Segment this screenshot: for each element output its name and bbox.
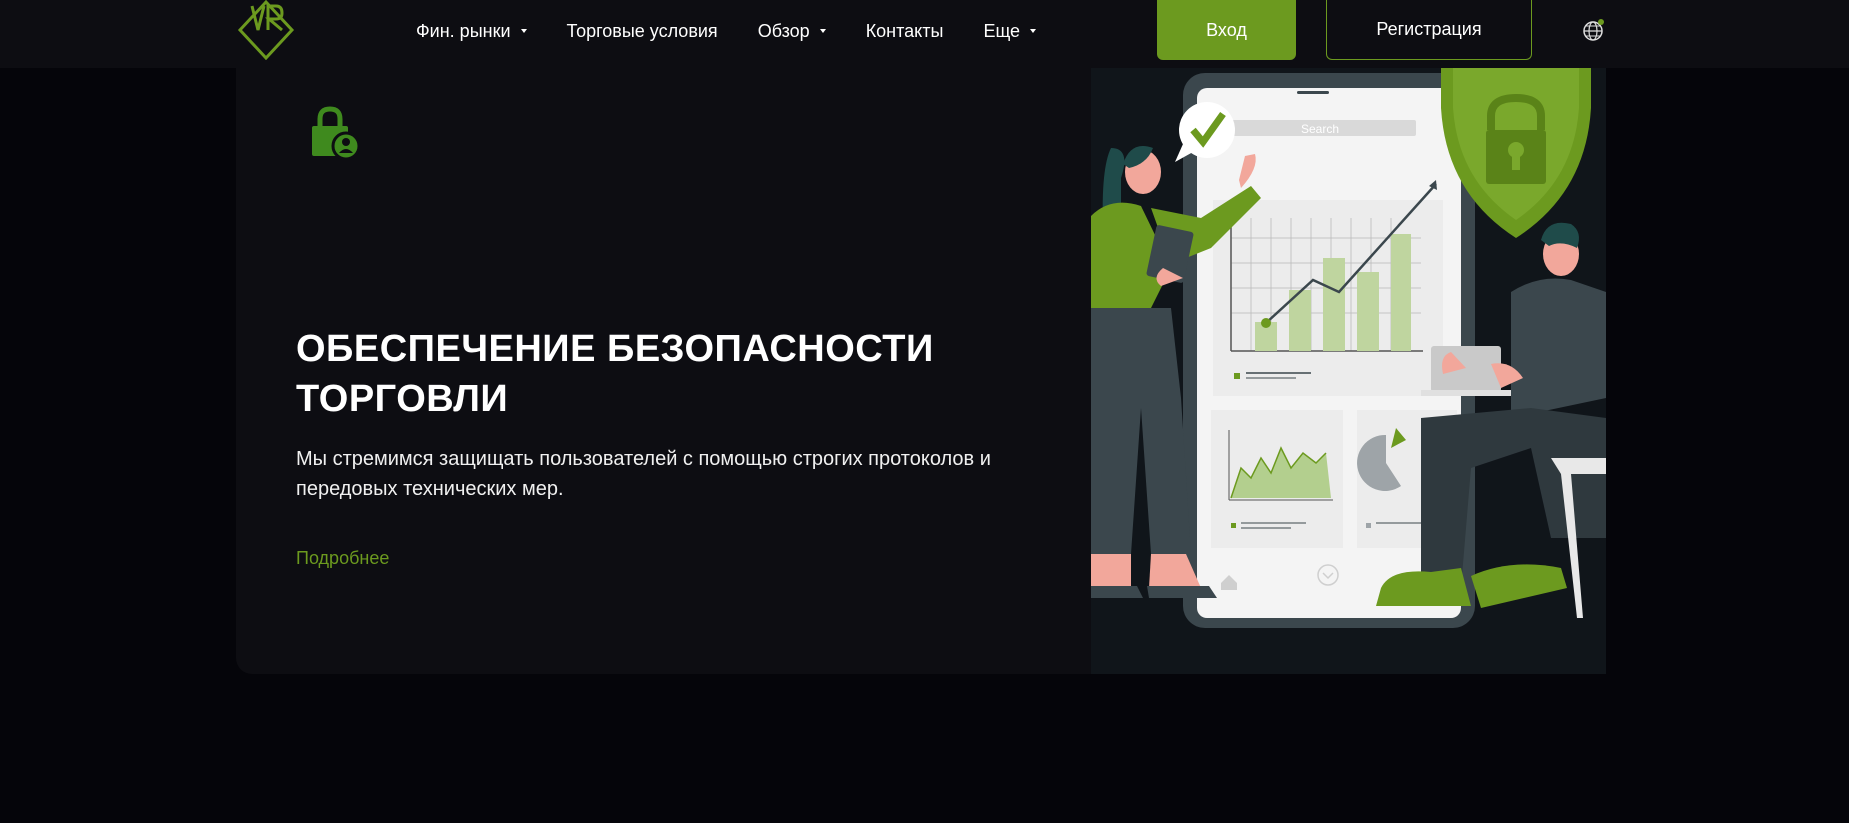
- nav-item-label: Еще: [983, 20, 1021, 41]
- hero-description: Мы стремимся защищать пользователей с по…: [296, 448, 991, 500]
- learn-more-link[interactable]: Подробнее: [296, 548, 389, 569]
- security-illustration: Search: [1091, 68, 1606, 674]
- nav-item-label: Обзор: [757, 20, 810, 41]
- globe-icon[interactable]: [1582, 18, 1606, 42]
- page-title: ОБЕСПЕЧЕНИЕ БЕЗОПАСНОСТИ ТОРГОВЛИ: [296, 324, 1016, 424]
- lock-user-icon: [312, 106, 360, 160]
- nav-item-more[interactable]: Еще: [983, 20, 1037, 42]
- nav-item-contacts[interactable]: Контакты: [866, 21, 944, 42]
- caret-down-icon: [520, 29, 527, 33]
- nav-item-label: Фин. рынки: [416, 20, 511, 41]
- top-navbar: Фин. рынки Торговые условия Обзор Контак…: [0, 0, 1849, 68]
- caret-down-icon: [1030, 29, 1037, 33]
- title-line-2: ТОРГОВЛИ: [296, 378, 509, 420]
- security-card: ОБЕСПЕЧЕНИЕ БЕЗОПАСНОСТИ ТОРГОВЛИ Мы стр…: [236, 68, 1606, 674]
- nav-item-trading-conditions[interactable]: Торговые условия: [567, 21, 718, 42]
- main-nav: Фин. рынки Торговые условия Обзор Контак…: [416, 0, 1076, 62]
- nav-item-label: Торговые условия: [566, 20, 718, 41]
- logo-icon[interactable]: [236, 0, 296, 60]
- nav-item-overview[interactable]: Обзор: [758, 21, 826, 42]
- search-placeholder: Search: [1301, 122, 1339, 136]
- login-button[interactable]: Вход: [1157, 0, 1296, 60]
- caret-down-icon: [819, 29, 826, 33]
- register-button[interactable]: Регистрация: [1326, 0, 1532, 60]
- nav-item-fin-markets[interactable]: Фин. рынки: [416, 21, 527, 42]
- nav-item-label: Контакты: [865, 20, 944, 41]
- title-line-1: ОБЕСПЕЧЕНИЕ БЕЗОПАСНОСТИ: [296, 328, 934, 370]
